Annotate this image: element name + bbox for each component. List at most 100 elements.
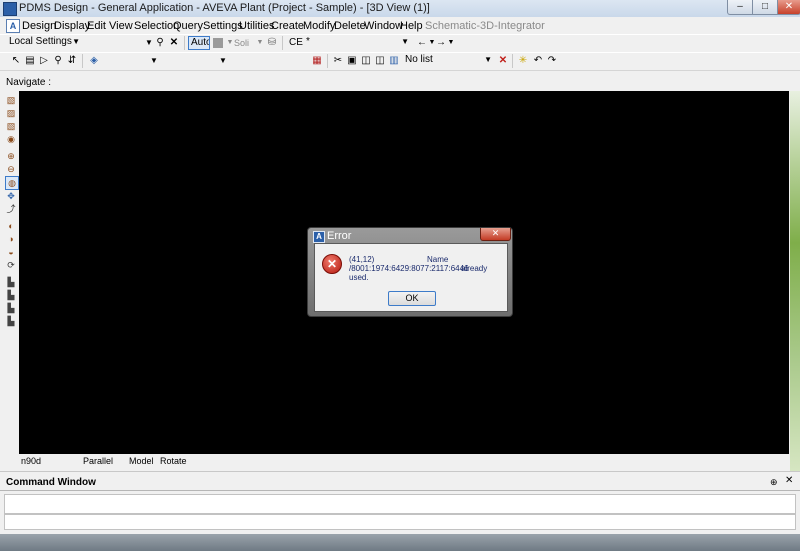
view-mode: Model (129, 456, 154, 466)
ce-label: CE (289, 37, 303, 48)
ce-value: * (306, 36, 310, 47)
menu-query[interactable]: Query (173, 20, 203, 32)
navigate-bar: Navigate : (0, 73, 800, 90)
zoom-icon[interactable]: ⊖ (5, 163, 17, 175)
walk-icon[interactable]: ◐ (5, 220, 17, 232)
bar-chart-icon[interactable]: ▙ (5, 289, 17, 301)
menu-display[interactable]: Display (54, 20, 90, 32)
error-used: used. (349, 273, 369, 282)
close-window-button[interactable]: ✕ (777, 0, 800, 15)
view-icon[interactable]: ▧ (5, 120, 17, 132)
shape-icon[interactable]: ◈ (88, 55, 100, 67)
desktop-background (790, 91, 800, 471)
bar-chart-icon[interactable]: ▙ (5, 315, 17, 327)
command-input[interactable] (4, 514, 796, 530)
color-swatch-icon[interactable] (213, 38, 223, 48)
menu-design[interactable]: Design (22, 20, 56, 32)
command-output (4, 494, 796, 514)
solid-combo[interactable]: Soli (234, 37, 249, 49)
separator (512, 54, 513, 68)
cylinder-icon[interactable]: ⛁ (266, 37, 278, 49)
view-icon[interactable]: ◉ (5, 133, 17, 145)
menu-help[interactable]: Help (400, 20, 423, 32)
view-icon[interactable]: ▨ (5, 107, 17, 119)
local-settings-combo[interactable]: Local Settings ▼ (6, 36, 82, 50)
view-projection: Parallel (83, 456, 114, 466)
bar-chart-icon[interactable]: ▙ (5, 276, 17, 288)
toolbar-tools: ↖ ▤ ▷ ⚲ ⇵ ◈ ▼ ▼ ▦ ✂ ▣ ◫ ◫ ▥ No list ▼ ✕ … (0, 52, 800, 71)
pin-icon[interactable]: ⊕ (770, 477, 778, 488)
menu-edit[interactable]: Edit (87, 20, 106, 32)
star-icon[interactable]: ✳ (517, 55, 529, 67)
auto-button[interactable]: Auto (188, 36, 210, 50)
view-status-bar: n90d Parallel Model Rotate (19, 455, 789, 467)
bar-chart-icon[interactable]: ▙ (5, 302, 17, 314)
chevron-down-icon[interactable]: ▼ (254, 37, 266, 49)
save-icon[interactable]: ▣ (346, 55, 358, 67)
menu-settings[interactable]: Settings (203, 20, 243, 32)
undo-icon[interactable]: ↶ (532, 55, 544, 67)
ok-button[interactable]: OK (388, 291, 436, 306)
walk-icon[interactable]: ◑ (5, 233, 17, 245)
local-settings-value: Local Settings (9, 36, 72, 47)
minimize-button[interactable]: – (727, 0, 753, 15)
pan-icon[interactable]: ✥ (5, 190, 17, 202)
divider (0, 490, 800, 491)
chevron-down-icon: ▼ (401, 37, 409, 46)
list-value: No list (405, 54, 433, 65)
window-icon[interactable]: ◫ (374, 55, 386, 67)
error-name-label: Name (427, 255, 449, 264)
chevron-down-icon: ▼ (72, 37, 80, 46)
scissors-icon[interactable]: ✂ (332, 55, 344, 67)
ce-combo[interactable]: * ▼ (303, 36, 411, 50)
pointer-icon[interactable]: ↖ (10, 55, 22, 67)
dialog-close-button[interactable]: ✕ (480, 228, 511, 241)
error-already: already (461, 264, 488, 273)
chevron-down-icon: ▼ (484, 55, 492, 64)
table-icon[interactable]: ▥ (388, 55, 400, 67)
aveva-logo-icon[interactable]: A (6, 19, 20, 33)
binoculars-icon[interactable]: ⚲ (154, 37, 166, 49)
dialog-title: Error (327, 230, 352, 242)
close-x-icon[interactable]: ✕ (168, 37, 180, 49)
close-icon[interactable]: ✕ (785, 475, 793, 486)
error-code: (41,12) (349, 255, 375, 264)
walk-icon[interactable]: ◒ (5, 246, 17, 258)
separator (184, 36, 185, 50)
play-icon[interactable]: ▷ (38, 55, 50, 67)
taskbar-strip (0, 534, 800, 551)
separator (282, 36, 283, 50)
dialog-body: ✕ (41,12) Name /8001:1974:6429:8077:2117… (314, 243, 508, 312)
redo-icon[interactable]: ↷ (546, 55, 558, 67)
zoom-icon[interactable]: ⊕ (5, 150, 17, 162)
view-action: Rotate (160, 456, 187, 466)
command-window-title: Command Window (6, 477, 96, 488)
chevron-down-icon[interactable]: ▼ (148, 55, 160, 67)
menu-delete[interactable]: Delete (334, 20, 366, 32)
menu-modify[interactable]: Modify (303, 20, 335, 32)
window-icon[interactable]: ◫ (360, 55, 372, 67)
menu-bar: A Design Display Edit View Selection Que… (0, 17, 800, 34)
delete-x-icon[interactable]: ✕ (497, 55, 509, 67)
menu-window[interactable]: Window (364, 20, 403, 32)
separator (327, 54, 328, 68)
refresh-icon[interactable]: ⟳ (5, 259, 17, 271)
error-reference: /8001:1974:6429:8077:2117:6446 (349, 264, 469, 273)
menu-view[interactable]: View (109, 20, 133, 32)
sort-icon[interactable]: ⇵ (66, 55, 78, 67)
menu-create[interactable]: Create (271, 20, 304, 32)
axis-icon[interactable]: ⤴ (5, 203, 17, 215)
maximize-button[interactable]: □ (752, 0, 778, 15)
document-icon[interactable]: ▤ (24, 55, 36, 67)
view-toolbar: ▧ ▨ ▧ ◉ ⊕ ⊖ ◍ ✥ ⤴ ◐ ◑ ◒ ⟳ ▙ ▙ ▙ ▙ (3, 92, 19, 452)
window-title: PDMS Design - General Application - AVEV… (19, 2, 430, 14)
list-combo[interactable]: No list ▼ (402, 54, 494, 68)
grid-icon[interactable]: ▦ (311, 55, 323, 67)
walk-icon[interactable]: ⚲ (52, 55, 64, 67)
menu-utilities[interactable]: Utilities (239, 20, 274, 32)
rotate-icon[interactable]: ◍ (5, 176, 19, 190)
aveva-logo-icon: A (313, 231, 325, 243)
view-icon[interactable]: ▧ (5, 94, 17, 106)
chevron-down-icon[interactable]: ▼ (445, 37, 457, 49)
chevron-down-icon[interactable]: ▼ (217, 55, 229, 67)
